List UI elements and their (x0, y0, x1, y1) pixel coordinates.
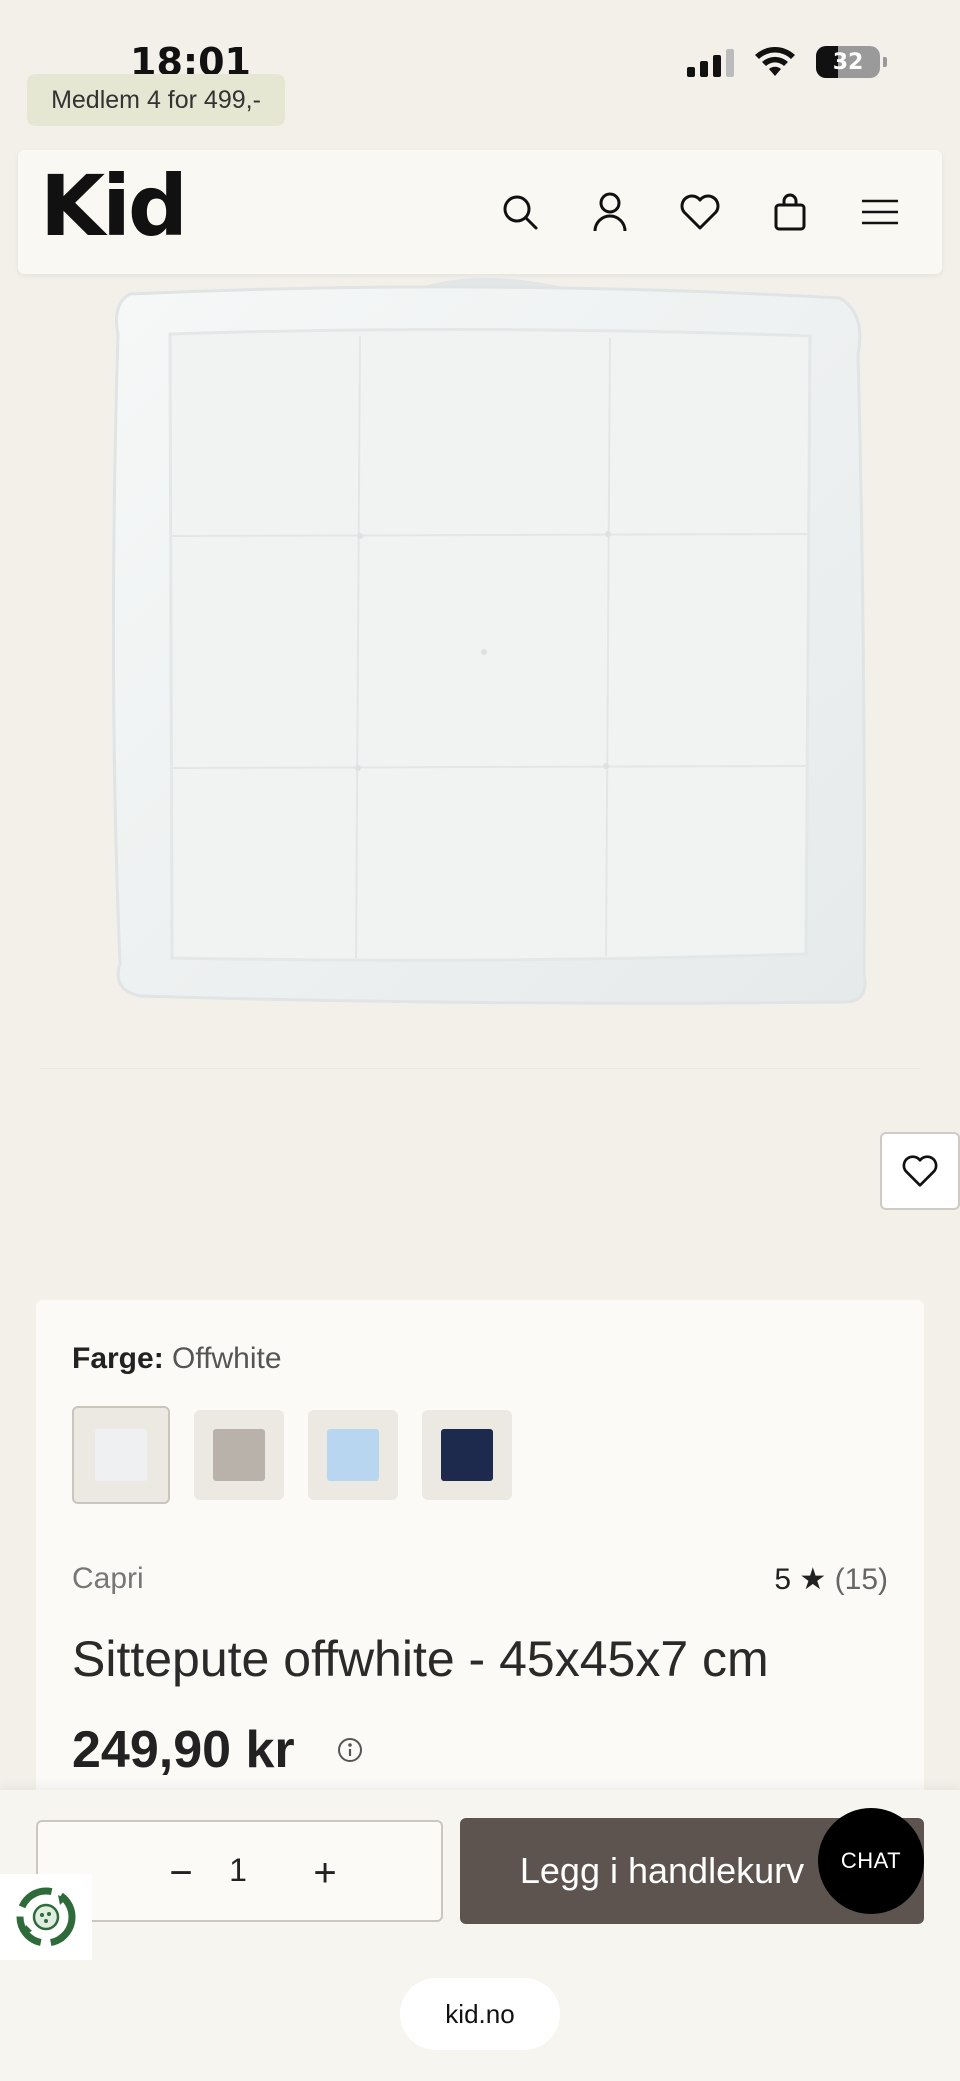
quantity-decrease-button[interactable]: − (156, 1848, 206, 1898)
add-to-favorites-button[interactable] (880, 1132, 960, 1210)
menu-icon[interactable] (858, 188, 902, 236)
heart-icon[interactable] (678, 188, 722, 236)
cushion-image (111, 277, 867, 1005)
chat-button[interactable]: CHAT (818, 1808, 924, 1914)
image-divider (40, 1068, 920, 1069)
swatch-offwhite[interactable] (72, 1406, 170, 1504)
swatch-lightblue[interactable] (308, 1410, 398, 1500)
site-header: Kid (18, 150, 942, 274)
product-price: 249,90 kr (72, 1721, 295, 1779)
wifi-icon (755, 47, 795, 76)
bag-icon[interactable] (768, 188, 812, 236)
logo[interactable]: Kid (40, 164, 188, 248)
rating-value: 5 (774, 1563, 792, 1596)
quantity-increase-button[interactable]: + (300, 1848, 350, 1898)
color-label: Farge: Offwhite (72, 1342, 282, 1376)
heart-icon (902, 1155, 938, 1187)
header-icons (498, 188, 902, 236)
info-icon[interactable] (336, 1736, 364, 1764)
swatch-beige[interactable] (194, 1410, 284, 1500)
battery-percent: 32 (832, 49, 864, 75)
product-title: Sittepute offwhite - 45x45x7 cm (72, 1631, 769, 1687)
swatch-chip (327, 1429, 379, 1481)
color-swatches (72, 1406, 512, 1504)
quantity-value[interactable]: 1 (208, 1852, 268, 1889)
signal-icon (687, 47, 734, 77)
status-icons: 32 (687, 46, 887, 78)
rating-count: (15) (834, 1563, 888, 1596)
recycle-icon[interactable] (0, 1874, 92, 1960)
add-to-cart-bar: − 1 + Legg i handlekurv CHAT kid.no (0, 1790, 960, 2081)
quantity-stepper: − 1 + (36, 1820, 443, 1922)
browser-url-bar[interactable]: kid.no (400, 1978, 560, 2050)
swatch-chip (95, 1429, 147, 1481)
battery-icon: 32 (816, 46, 887, 78)
member-promo-badge[interactable]: Medlem 4 for 499,- (27, 74, 285, 126)
swatch-chip (213, 1429, 265, 1481)
product-image[interactable] (0, 274, 960, 1300)
product-info-card: Farge: Offwhite Capri 5 ★ (15) Sittepute… (36, 1300, 924, 1800)
product-brand[interactable]: Capri (72, 1562, 144, 1596)
search-icon[interactable] (498, 188, 542, 236)
star-icon: ★ (799, 1563, 827, 1596)
swatch-navy[interactable] (422, 1410, 512, 1500)
account-icon[interactable] (588, 188, 632, 236)
color-label-key: Farge: (72, 1342, 164, 1375)
color-value: Offwhite (172, 1342, 282, 1375)
product-rating[interactable]: 5 ★ (15) (774, 1562, 888, 1597)
swatch-chip (441, 1429, 493, 1481)
